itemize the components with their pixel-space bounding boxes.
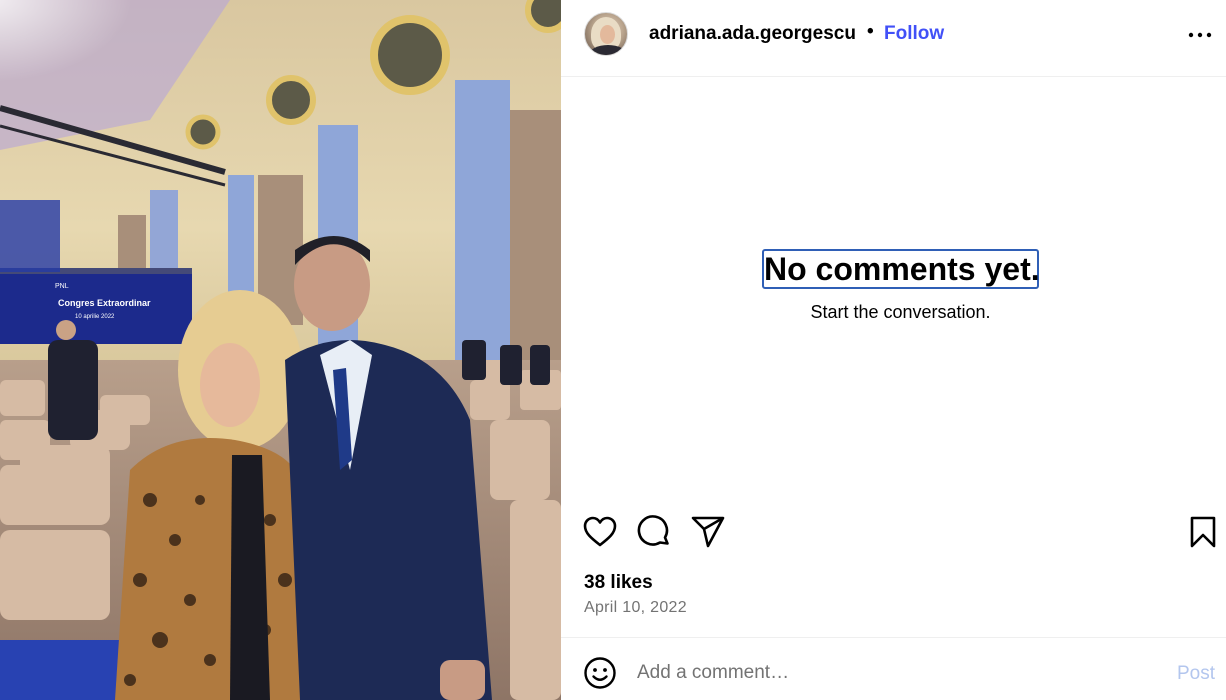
- more-horizontal-icon[interactable]: [1187, 24, 1213, 46]
- comment-bar: Post: [561, 637, 1226, 700]
- stage-screen-title: Congres Extraordinar: [58, 298, 151, 308]
- likes-count[interactable]: 38 likes: [584, 572, 653, 594]
- post-header: adriana.ada.georgescu • Follow: [561, 0, 1226, 77]
- username-link[interactable]: adriana.ada.georgescu: [649, 23, 856, 45]
- no-comments-heading: No comments yet.: [762, 249, 1040, 289]
- no-comments-subtitle: Start the conversation.: [810, 302, 991, 322]
- stage-screen-date: 10 aprilie 2022: [75, 314, 115, 320]
- post-date[interactable]: April 10, 2022: [584, 599, 687, 617]
- comment-bubble-icon[interactable]: [636, 514, 672, 550]
- post-comment-button[interactable]: Post: [1177, 663, 1215, 685]
- stage-screen-logo: PNL: [55, 283, 69, 290]
- post-action-bar: [561, 510, 1226, 554]
- smiley-icon[interactable]: [583, 656, 617, 690]
- paper-plane-icon[interactable]: [690, 514, 726, 550]
- header-separator: •: [867, 21, 874, 42]
- heart-icon[interactable]: [582, 514, 618, 550]
- bookmark-icon[interactable]: [1185, 514, 1221, 550]
- comment-input[interactable]: [637, 658, 1157, 688]
- post-photo[interactable]: PNL Congres Extraordinar 10 aprilie 2022: [0, 0, 561, 700]
- post-photo-illustration: PNL Congres Extraordinar 10 aprilie 2022: [0, 0, 561, 700]
- follow-button[interactable]: Follow: [884, 23, 944, 45]
- post-details-panel: adriana.ada.georgescu • Follow No commen…: [561, 0, 1226, 700]
- avatar[interactable]: [584, 12, 628, 56]
